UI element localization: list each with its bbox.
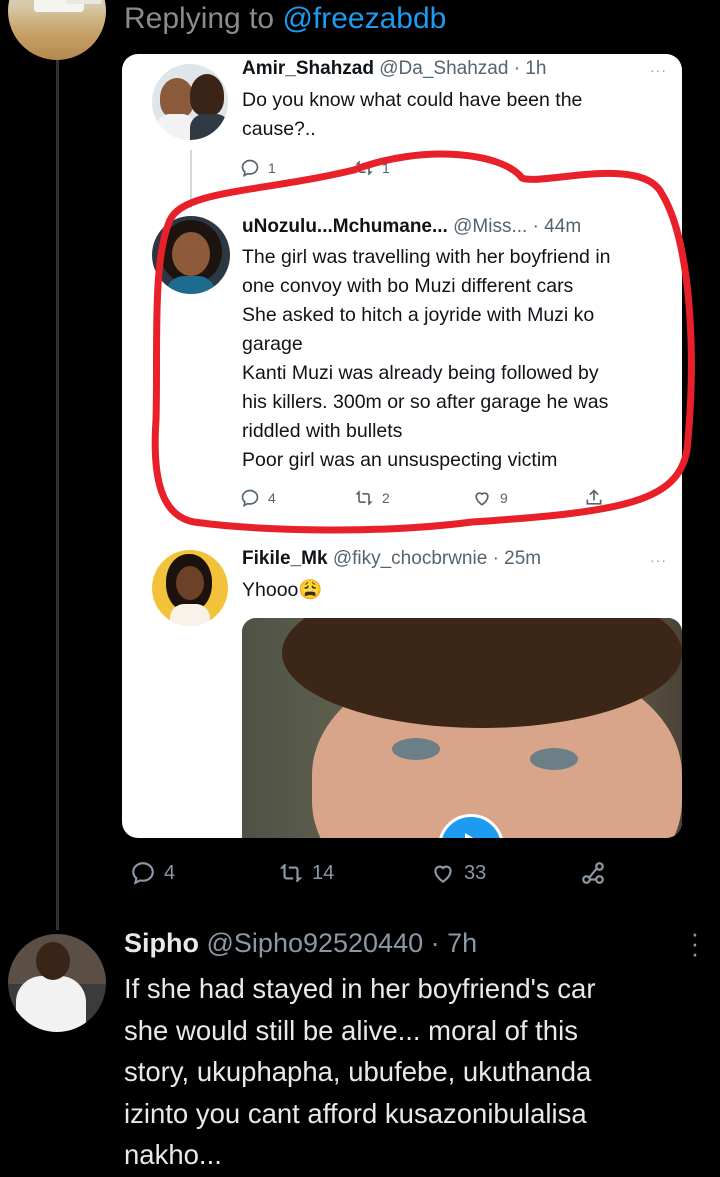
retweet-action[interactable]: 14 [278,860,334,886]
original-author-avatar[interactable] [8,0,106,60]
reply-text-line: If she had stayed in her boyfriend's car [124,973,596,1004]
tweet-author-name[interactable]: Fikile_Mk [242,548,328,569]
reply-text-line: story, ukuphapha, ubufebe, ukuthanda [124,1056,592,1087]
reply-count: 4 [164,861,176,884]
like-count: 33 [464,861,487,884]
retweet-count: 14 [312,861,335,884]
tweet-text-line: cause?.. [242,118,316,140]
tweet-text-line: riddled with bullets [242,420,403,442]
avatar-car-shape [66,0,102,4]
share-icon [586,489,602,505]
reply-count: 1 [268,160,276,176]
share-icon [582,862,604,884]
like-count: 9 [500,490,508,506]
tweet-text: Do you know what could have been the cau… [242,86,582,144]
reply-text: If she had stayed in her boyfriend's car… [124,968,704,1176]
like-icon [434,865,452,883]
tweet-text-line: The girl was travelling with her boyfrie… [242,246,611,268]
tweet-text-line: Do you know what could have been the [242,89,583,111]
retweet-icon [355,160,373,176]
retweet-action[interactable]: 1 [354,158,390,178]
share-action[interactable] [580,860,606,886]
retweet-count: 2 [382,490,390,506]
screenshot-card: Amir_Shahzad @Da_Shahzad · 1h ··· Do you… [122,54,682,838]
video-eye [530,748,578,770]
unozulu-avatar[interactable] [152,216,230,294]
tweet-text-line: Poor girl was an unsuspecting victim [242,449,558,471]
reply-action[interactable]: 1 [240,158,276,178]
fikile-avatar[interactable] [152,550,228,626]
replying-to-handle[interactable]: @freezabdb [282,2,446,35]
tweet-meta: @Da_Shahzad · 1h [379,58,547,79]
tweet-text-line: Kanti Muzi was already being followed by [242,362,599,384]
retweet-action[interactable]: 2 [354,488,390,508]
reply-text-line: izinto you cant afford kusazonibulalisa [124,1097,587,1129]
video-eye [392,738,440,760]
retweet-icon [355,490,373,506]
tweet-meta: @Miss... · 44m [453,216,582,237]
more-icon[interactable]: ··· [690,920,700,966]
tweet-header: uNozulu...Mchumane... @Miss... · 44m [242,216,581,238]
reply-icon [241,489,259,508]
more-icon[interactable]: ··· [650,552,667,568]
tweet-actions: 4 14 33 [0,860,720,890]
tweet-text-line: one convoy with bo Muzi different cars [242,275,574,297]
thread-line [56,60,59,930]
like-icon [475,492,489,506]
reply-action[interactable]: 4 [240,488,276,508]
reply-header: Sipho @Sipho92520440 · 7h [124,928,477,959]
retweet-count: 1 [382,160,390,176]
like-action[interactable]: 9 [472,488,508,508]
tweet-text: The girl was travelling with her boyfrie… [242,243,611,475]
reply-icon [241,159,259,178]
reply-action[interactable]: 4 [130,860,175,886]
tweet-author-name[interactable]: Amir_Shahzad [242,58,374,79]
reply-thread-connector [190,150,192,208]
reply-text-line: she would still be alive... moral of thi… [124,1014,578,1046]
reply-icon [132,862,154,885]
tweet-header: Amir_Shahzad @Da_Shahzad · 1h [242,58,546,80]
tweet-header: Fikile_Mk @fiky_chocbrwnie · 25m [242,548,541,570]
tweet-text: Yhooo😩 [242,579,323,601]
amir-avatar[interactable] [152,64,228,140]
reply-author-name[interactable]: Sipho [124,928,199,958]
replying-to-line: Replying to @freezabdb [124,2,446,36]
reply-meta: @Sipho92520440 · 7h [206,928,478,958]
tweet-text-line: his killers. 300m or so after garage he … [242,391,609,413]
replying-to-label: Replying to [124,2,275,35]
sipho-avatar[interactable] [8,934,106,1032]
tweet-text-line: garage [242,333,303,355]
more-icon[interactable]: ··· [650,62,667,78]
reply-count: 4 [268,490,276,506]
tweet-author-name[interactable]: uNozulu...Mchumane... [242,216,448,237]
tweet-text-line: She asked to hitch a joyride with Muzi k… [242,304,595,326]
retweet-icon [279,863,303,883]
tweet-meta: @fiky_chocbrwnie · 25m [332,548,542,569]
reply-text-line: nakho... [124,1139,222,1170]
video-thumbnail[interactable] [242,618,682,838]
like-action[interactable]: 33 [430,860,486,886]
share-action[interactable] [584,488,604,508]
